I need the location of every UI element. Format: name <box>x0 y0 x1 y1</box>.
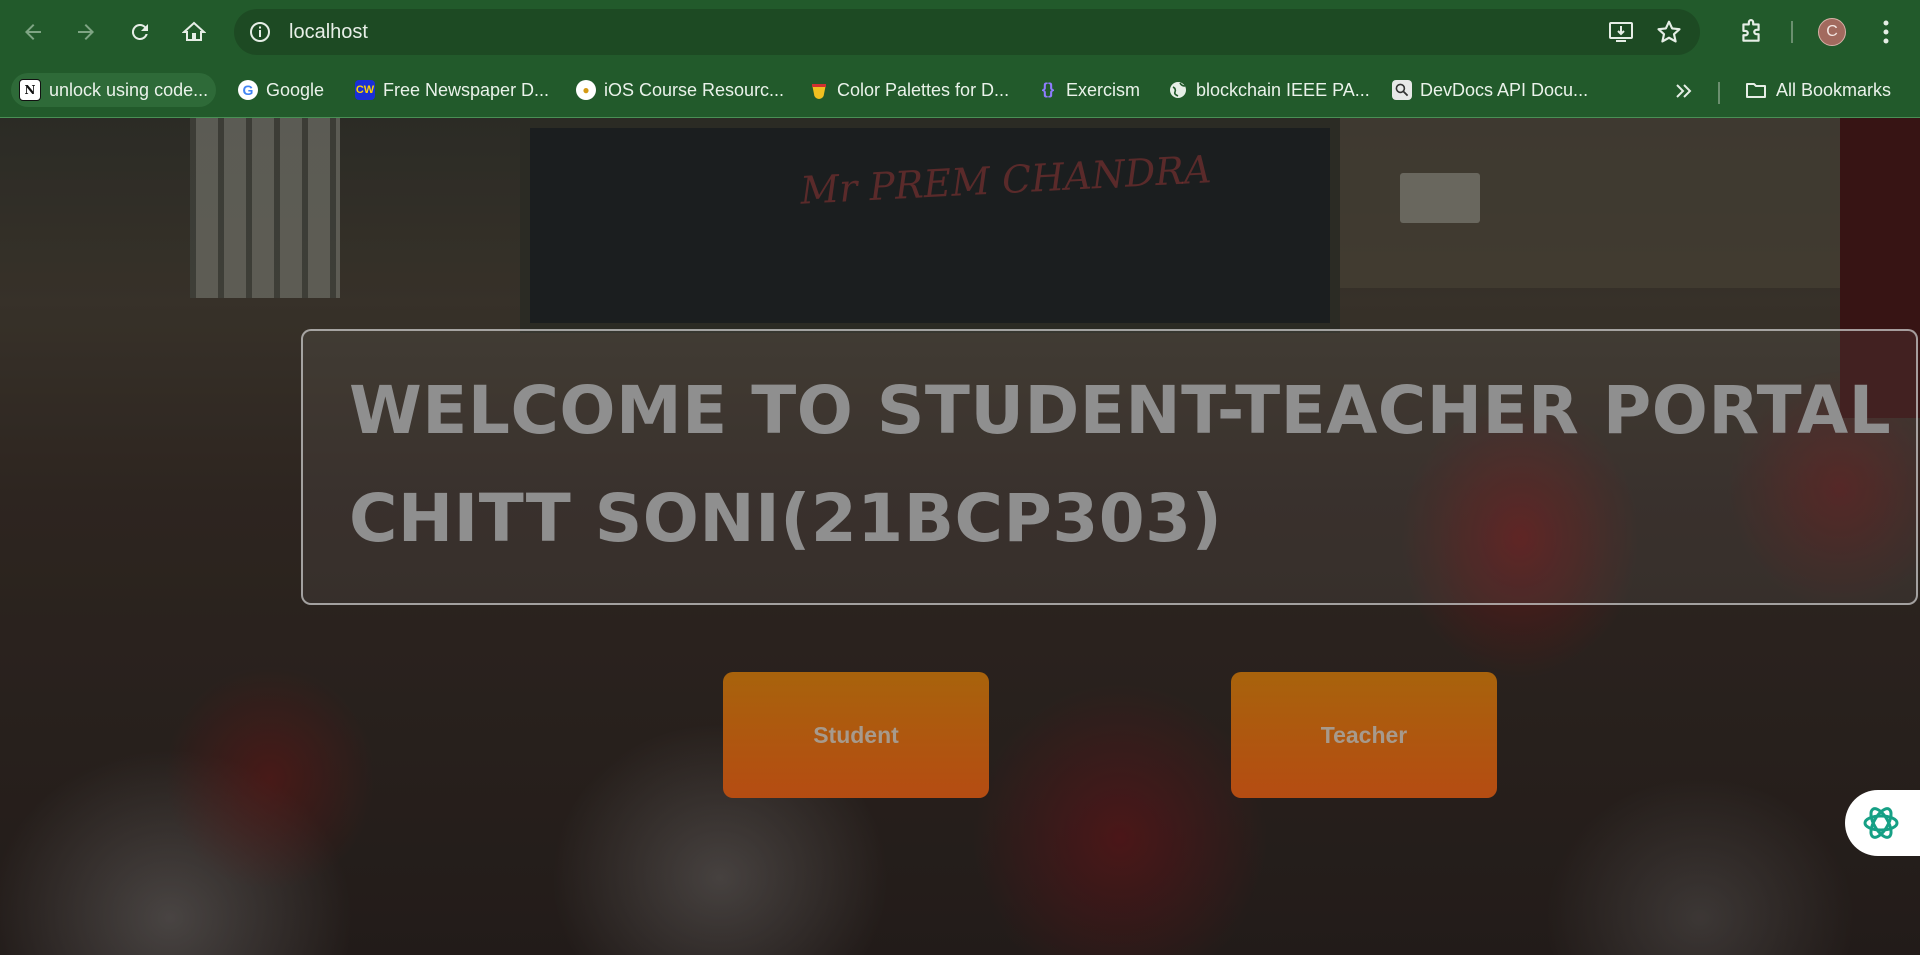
bookmark-star-icon[interactable] <box>1656 19 1682 45</box>
bookmark-item[interactable]: {} Exercism <box>1030 73 1148 107</box>
globe-icon <box>1168 80 1188 100</box>
bookmark-label: unlock using code... <box>49 79 209 100</box>
exercism-icon: {} <box>1041 81 1055 98</box>
profile-avatar[interactable]: C <box>1818 18 1846 46</box>
google-icon: G <box>238 80 258 100</box>
bookmark-item[interactable]: CW Free Newspaper D... <box>347 73 557 107</box>
portal-page: Mr PREM CHANDRA WELCOME TO STUDENT-TEACH… <box>0 118 1920 955</box>
bookmarks-bar: N unlock using code... G Google CW Free … <box>0 64 1920 118</box>
kebab-menu-icon[interactable] <box>1876 18 1896 46</box>
url-text[interactable]: localhost <box>289 21 368 43</box>
notion-icon: N <box>19 79 41 101</box>
address-bar[interactable]: localhost <box>234 9 1700 55</box>
bookmark-label: iOS Course Resourc... <box>604 79 785 100</box>
bookmark-item[interactable]: N unlock using code... <box>11 73 217 107</box>
back-button[interactable] <box>13 12 53 52</box>
bookmark-label: Google <box>266 79 325 100</box>
toolbar-divider <box>1791 21 1793 43</box>
bookmark-label: Exercism <box>1066 79 1141 100</box>
bookmark-item[interactable]: Color Palettes for D... <box>801 73 1017 107</box>
student-button[interactable]: Student <box>723 672 989 798</box>
cw-icon: CW <box>355 80 375 100</box>
bookmark-label: Free Newspaper D... <box>383 79 550 100</box>
home-icon <box>182 21 206 41</box>
home-button[interactable] <box>174 12 214 52</box>
bookmark-item[interactable]: G Google <box>230 73 332 107</box>
forward-arrow-icon <box>78 24 94 40</box>
bookmark-item[interactable]: blockchain IEEE PA... <box>1160 73 1378 107</box>
all-bookmarks-button[interactable]: All Bookmarks <box>1736 73 1899 107</box>
bookmark-item[interactable]: DevDocs API Docu... <box>1384 73 1596 107</box>
more-bookmarks-chevron-icon[interactable] <box>1672 79 1696 103</box>
ios-course-icon: ● <box>576 80 596 100</box>
bookmark-label: Color Palettes for D... <box>837 79 1010 100</box>
ai-assistant-widget[interactable] <box>1845 790 1920 856</box>
bookmarks-divider <box>1718 82 1720 104</box>
welcome-banner: WELCOME TO STUDENT-TEACHER PORTAL CHITT … <box>301 329 1918 605</box>
install-app-icon[interactable] <box>1608 20 1634 44</box>
author-line: CHITT SONI(21BCP303) <box>349 480 1223 557</box>
reload-icon <box>131 23 148 40</box>
back-arrow-icon <box>25 24 41 40</box>
devdocs-icon <box>1392 80 1412 100</box>
site-info-icon[interactable] <box>248 20 272 44</box>
browser-toolbar: localhost C <box>0 0 1920 64</box>
folder-icon <box>1746 83 1766 98</box>
openai-icon <box>1863 807 1899 839</box>
teacher-button[interactable]: Teacher <box>1231 672 1497 798</box>
reload-button[interactable] <box>120 12 160 52</box>
bookmark-item[interactable]: ● iOS Course Resourc... <box>568 73 792 107</box>
forward-button[interactable] <box>66 12 106 52</box>
palette-icon <box>809 80 829 100</box>
all-bookmarks-label: All Bookmarks <box>1776 79 1892 100</box>
bookmark-label: blockchain IEEE PA... <box>1196 79 1370 100</box>
extensions-puzzle-icon[interactable] <box>1738 19 1764 45</box>
bookmark-label: DevDocs API Docu... <box>1420 79 1589 100</box>
welcome-title: WELCOME TO STUDENT-TEACHER PORTAL <box>349 372 1892 449</box>
